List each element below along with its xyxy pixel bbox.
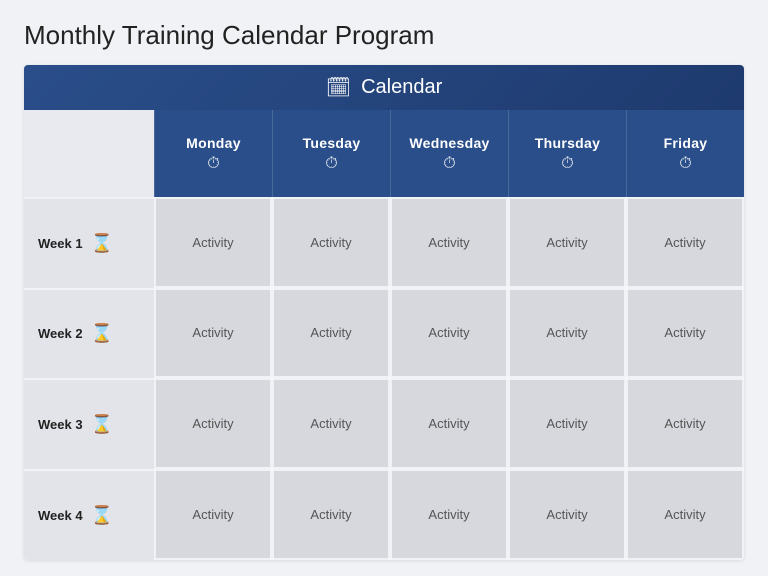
- calendar-header-label: Calendar: [361, 76, 442, 99]
- week2-label: Week 2: [38, 326, 83, 341]
- tuesday-label: Tuesday: [303, 135, 361, 151]
- week4-thursday-activity: Activity: [546, 507, 587, 522]
- week3-friday-activity: Activity: [664, 416, 705, 431]
- week1-friday-cell[interactable]: Activity: [626, 197, 744, 288]
- week2-hourglass-icon: ⌛: [91, 323, 113, 344]
- week2-tuesday-cell[interactable]: Activity: [272, 288, 390, 379]
- week4-tuesday-activity: Activity: [310, 507, 351, 522]
- week1-label: Week 1: [38, 236, 83, 251]
- col-header-tuesday: Tuesday ⏱: [272, 110, 390, 197]
- col-header-wednesday: Wednesday ⏱: [390, 110, 508, 197]
- week2-label-cell: Week 2 ⌛: [24, 288, 154, 379]
- col-header-thursday: Thursday ⏱: [508, 110, 626, 197]
- week3-tuesday-activity: Activity: [310, 416, 351, 431]
- week1-monday-cell[interactable]: Activity: [154, 197, 272, 288]
- header-empty-cell: [24, 110, 154, 197]
- week2-thursday-activity: Activity: [546, 325, 587, 340]
- week4-wednesday-cell[interactable]: Activity: [390, 469, 508, 560]
- week1-friday-activity: Activity: [664, 235, 705, 250]
- wednesday-icon: ⏱: [443, 155, 455, 173]
- week3-hourglass-icon: ⌛: [91, 414, 113, 435]
- monday-icon: ⏱: [207, 155, 219, 173]
- week1-wednesday-activity: Activity: [428, 235, 469, 250]
- tuesday-icon: ⏱: [325, 155, 337, 173]
- week2-monday-cell[interactable]: Activity: [154, 288, 272, 379]
- week2-friday-cell[interactable]: Activity: [626, 288, 744, 379]
- week2-friday-activity: Activity: [664, 325, 705, 340]
- wednesday-label: Wednesday: [409, 135, 489, 151]
- week3-thursday-activity: Activity: [546, 416, 587, 431]
- week4-friday-activity: Activity: [664, 507, 705, 522]
- calendar-header-bar: 🗓 Calendar: [24, 65, 744, 110]
- thursday-label: Thursday: [535, 135, 600, 151]
- week4-tuesday-cell[interactable]: Activity: [272, 469, 390, 560]
- week4-hourglass-icon: ⌛: [91, 505, 113, 526]
- week4-label: Week 4: [38, 508, 83, 523]
- monday-label: Monday: [186, 135, 241, 151]
- week3-monday-activity: Activity: [192, 416, 233, 431]
- week1-tuesday-cell[interactable]: Activity: [272, 197, 390, 288]
- week3-wednesday-activity: Activity: [428, 416, 469, 431]
- week3-wednesday-cell[interactable]: Activity: [390, 378, 508, 469]
- friday-label: Friday: [664, 135, 708, 151]
- week4-label-cell: Week 4 ⌛: [24, 469, 154, 560]
- calendar-icon: 🗓: [326, 75, 351, 100]
- week1-thursday-cell[interactable]: Activity: [508, 197, 626, 288]
- week3-thursday-cell[interactable]: Activity: [508, 378, 626, 469]
- friday-icon: ⏱: [679, 155, 691, 173]
- week4-wednesday-activity: Activity: [428, 507, 469, 522]
- week3-monday-cell[interactable]: Activity: [154, 378, 272, 469]
- week3-label: Week 3: [38, 417, 83, 432]
- week2-wednesday-cell[interactable]: Activity: [390, 288, 508, 379]
- thursday-icon: ⏱: [561, 155, 573, 173]
- week4-friday-cell[interactable]: Activity: [626, 469, 744, 560]
- week2-tuesday-activity: Activity: [310, 325, 351, 340]
- week4-monday-activity: Activity: [192, 507, 233, 522]
- page: Monthly Training Calendar Program 🗓 Cale…: [0, 0, 768, 576]
- week1-wednesday-cell[interactable]: Activity: [390, 197, 508, 288]
- week4-thursday-cell[interactable]: Activity: [508, 469, 626, 560]
- week1-thursday-activity: Activity: [546, 235, 587, 250]
- week3-friday-cell[interactable]: Activity: [626, 378, 744, 469]
- week2-wednesday-activity: Activity: [428, 325, 469, 340]
- calendar-grid: Monday ⏱ Tuesday ⏱ Wednesday ⏱ Thursday …: [24, 110, 744, 560]
- week2-thursday-cell[interactable]: Activity: [508, 288, 626, 379]
- week3-label-cell: Week 3 ⌛: [24, 378, 154, 469]
- week3-tuesday-cell[interactable]: Activity: [272, 378, 390, 469]
- week1-monday-activity: Activity: [192, 235, 233, 250]
- week2-monday-activity: Activity: [192, 325, 233, 340]
- col-header-monday: Monday ⏱: [154, 110, 272, 197]
- calendar-container: 🗓 Calendar Monday ⏱ Tuesday ⏱ Wednesday …: [24, 65, 744, 560]
- week1-tuesday-activity: Activity: [310, 235, 351, 250]
- page-title: Monthly Training Calendar Program: [24, 20, 744, 51]
- week1-hourglass-icon: ⌛: [91, 233, 113, 254]
- col-header-friday: Friday ⏱: [626, 110, 744, 197]
- week1-label-cell: Week 1 ⌛: [24, 197, 154, 288]
- week4-monday-cell[interactable]: Activity: [154, 469, 272, 560]
